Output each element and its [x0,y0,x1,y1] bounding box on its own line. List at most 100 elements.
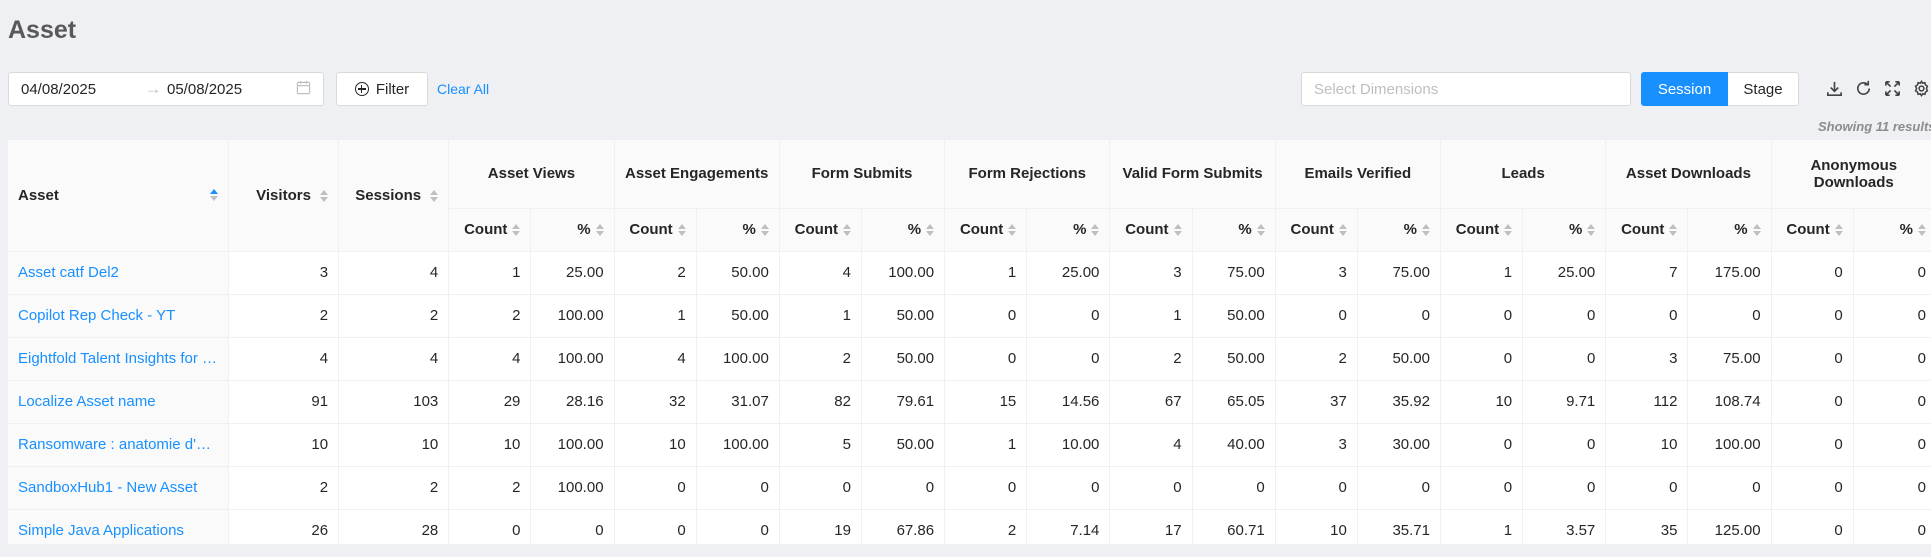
asset-name-link[interactable]: Eightfold Talent Insights for … [8,337,229,381]
percent-cell: 25.00 [530,251,615,295]
sessions-cell: 103 [338,380,450,424]
column-header-pct[interactable]: % [696,208,780,252]
stage-toggle-button[interactable]: Stage [1728,72,1799,106]
fullscreen-icon[interactable] [1883,79,1902,98]
column-group-asset-views: Asset Views [448,140,615,209]
percent-cell: 40.00 [1192,423,1276,467]
start-date[interactable]: 04/08/2025 [9,81,139,98]
column-header-count[interactable]: Count [1275,208,1358,252]
column-header-sessions[interactable]: Sessions [338,140,450,252]
percent-cell: 25.00 [1026,251,1111,295]
sort-icon[interactable] [760,224,769,237]
count-cell: 0 [1771,380,1854,424]
asset-name-link[interactable]: Ransomware : anatomie d'u… [8,423,229,467]
column-header-count[interactable]: Count [1440,208,1524,252]
sort-icon[interactable] [1834,224,1843,237]
sort-icon[interactable] [677,224,686,237]
percent-cell: 75.00 [1357,251,1441,295]
percent-cell: 0 [1853,251,1931,295]
sort-icon[interactable] [1173,224,1182,237]
count-cell: 1 [779,294,862,338]
sort-icon[interactable] [1256,224,1265,237]
sort-icon[interactable] [595,224,604,237]
count-cell: 4 [614,337,697,381]
session-toggle-button[interactable]: Session [1641,72,1728,106]
sort-icon[interactable] [209,189,218,202]
column-header-visitors[interactable]: Visitors [228,140,340,252]
column-header-pct[interactable]: % [1357,208,1441,252]
sort-icon[interactable] [1091,224,1100,237]
asset-name-link[interactable]: Simple Java Applications [8,509,229,544]
column-header-pct[interactable]: % [530,208,615,252]
asset-name-link[interactable]: Asset catf Del2 [8,251,229,295]
percent-cell: 0 [1687,466,1772,510]
date-range-picker[interactable]: 04/08/2025 → 05/08/2025 [8,72,324,106]
count-cell: 3 [1275,423,1358,467]
percent-cell: 30.00 [1357,423,1441,467]
asset-name-link[interactable]: SandboxHub1 - New Asset [8,466,229,510]
sort-icon[interactable] [430,189,439,202]
percent-cell: 0 [1853,380,1931,424]
column-header-count[interactable]: Count [1109,208,1193,252]
count-cell: 0 [1275,294,1358,338]
count-cell: 1 [944,423,1028,467]
asset-name-link[interactable]: Copilot Rep Check - YT [8,294,229,338]
column-header-pct[interactable]: % [1192,208,1276,252]
column-header-pct[interactable]: % [1522,208,1607,252]
column-header-count[interactable]: Count [944,208,1028,252]
column-header-pct[interactable]: % [861,208,946,252]
refresh-icon[interactable] [1854,79,1873,98]
sort-icon[interactable] [1752,224,1761,237]
sort-icon[interactable] [842,224,851,237]
end-date[interactable]: 05/08/2025 [167,81,287,98]
select-dimensions-input[interactable] [1301,72,1631,106]
sort-icon[interactable] [1421,224,1430,237]
table-row: SandboxHub1 - New Asset 2 2 2 100.00 0 0 0 0 0 0 0 0… [8,466,1931,510]
asset-name-link[interactable]: Localize Asset name [8,380,229,424]
filter-button[interactable]: Filter [336,72,428,106]
count-cell: 2 [944,509,1028,544]
sort-icon[interactable] [1008,224,1017,237]
download-icon[interactable] [1825,79,1844,98]
sort-icon[interactable] [1918,224,1926,237]
column-header-count[interactable]: Count [1605,208,1689,252]
column-header-count[interactable]: Count [1771,208,1854,252]
sort-icon[interactable] [926,224,935,237]
sort-icon[interactable] [320,189,329,202]
column-header-pct[interactable]: % [1687,208,1772,252]
column-header-count[interactable]: Count [448,208,532,252]
percent-cell: 0 [530,509,615,544]
sort-icon[interactable] [1587,224,1596,237]
column-header-pct[interactable]: % [1026,208,1111,252]
count-cell: 29 [448,380,532,424]
column-header-pct[interactable]: % [1853,208,1931,252]
table-row: Simple Java Applications 26 28 0 0 0 0 19 67.86 2… [8,509,1931,544]
count-cell: 10 [1440,380,1524,424]
column-header-count[interactable]: Count [614,208,697,252]
count-cell: 2 [448,466,532,510]
percent-cell: 50.00 [1357,337,1441,381]
sort-icon[interactable] [1504,224,1513,237]
asset-report-table-container[interactable]: Asset Visitors Sessions Asset Views Asse… [8,140,1931,544]
count-cell: 35 [1605,509,1689,544]
clear-all-link[interactable]: Clear All [437,81,489,97]
count-cell: 3 [1275,251,1358,295]
count-cell: 7 [1605,251,1689,295]
sort-icon[interactable] [512,224,521,237]
percent-cell: 0 [1853,337,1931,381]
percent-cell: 50.00 [861,423,946,467]
percent-cell: 0 [1357,294,1441,338]
count-cell: 3 [1605,337,1689,381]
column-header-asset[interactable]: Asset [8,140,229,252]
percent-cell: 14.56 [1026,380,1111,424]
sessions-cell: 28 [338,509,450,544]
count-cell: 10 [448,423,532,467]
count-cell: 0 [1109,466,1193,510]
count-cell: 82 [779,380,862,424]
sort-icon[interactable] [1338,224,1347,237]
settings-icon[interactable] [1912,79,1931,98]
sort-icon[interactable] [1669,224,1678,237]
column-header-count[interactable]: Count [779,208,862,252]
count-cell: 1 [944,251,1028,295]
percent-cell: 0 [1522,466,1607,510]
